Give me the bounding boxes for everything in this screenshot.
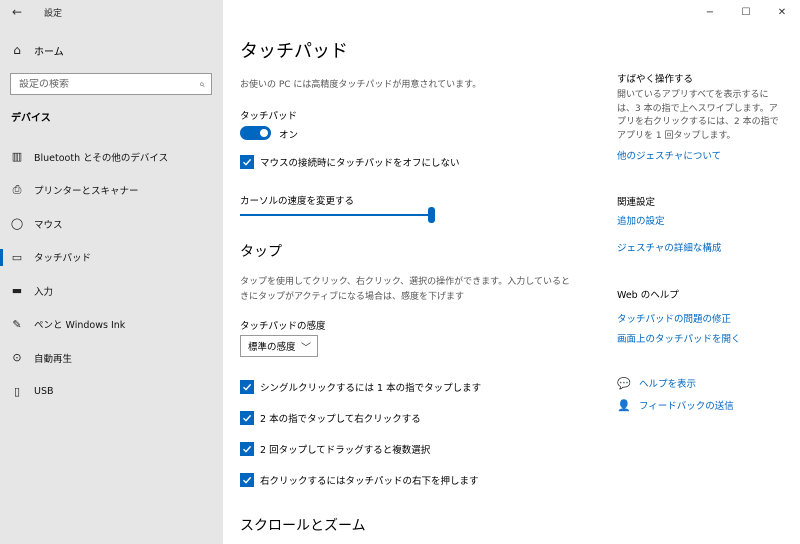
sidebar-item-autoplay[interactable]: ⊙ 自動再生 <box>0 341 223 375</box>
related-settings-title: 関連設定 <box>617 197 656 208</box>
checkbox-label: 右クリックするにはタッチパッドの右下を押します <box>260 476 479 487</box>
feedback-link[interactable]: フィードバックの送信 <box>639 398 734 412</box>
mouse-connected-checkbox-row[interactable]: マウスの接続時にタッチパッドをオフにしない <box>240 155 460 169</box>
page-title: タッチパッド <box>240 41 348 62</box>
help-chat-icon: 💬 <box>617 376 631 390</box>
tap-option-row[interactable]: 2 回タップしてドラッグすると複数選択 <box>240 442 430 456</box>
tap-heading: タップ <box>240 244 282 260</box>
pen-icon: ✎ <box>12 317 22 331</box>
chevron-down-icon: ﹀ <box>301 342 311 354</box>
sidebar-item-label: 自動再生 <box>34 353 73 365</box>
help-link[interactable]: ヘルプを表示 <box>639 376 696 390</box>
tap-option-row[interactable]: 右クリックするにはタッチパッドの右下を押します <box>240 473 479 487</box>
nav-list: ▥ Bluetooth とその他のデバイス ⎙ プリンターとスキャナー ◯ マウ… <box>0 140 223 408</box>
title-bar: ← 設定 <box>0 0 223 24</box>
section-title: デバイス <box>11 113 51 124</box>
quick-text: 開いているアプリすべてを表示するには、3 本の指で上へスワイプします。アプリを右… <box>617 90 779 141</box>
sidebar-item-label: 入力 <box>34 286 54 298</box>
sensitivity-dropdown[interactable]: 標準の感度 ﹀ <box>240 335 318 357</box>
keyboard-icon: ▬ <box>11 284 23 298</box>
sensitivity-value: 標準の感度 <box>248 342 296 353</box>
tap-description: タップを使用してクリック、右クリック、選択の操作ができます。入力しているときにタ… <box>240 277 570 302</box>
cursor-speed-track[interactable] <box>240 214 432 216</box>
home-label: ホーム <box>34 46 64 58</box>
checkbox-checked-icon[interactable] <box>240 380 254 394</box>
sidebar-item-label: タッチパッド <box>34 253 92 265</box>
sidebar-item-touchpad[interactable]: ▭ タッチパッド <box>0 241 223 275</box>
sidebar-item-label: USB <box>34 385 54 397</box>
bluetooth-icon: ▥ <box>11 150 23 164</box>
sensitivity-label: タッチパッドの感度 <box>240 321 326 332</box>
home-icon: ⌂ <box>13 43 21 57</box>
sidebar-item-label: ペンと Windows Ink <box>34 320 126 332</box>
sidebar-item-printers[interactable]: ⎙ プリンターとスキャナー <box>0 174 223 208</box>
search-box[interactable]: ⌕ <box>10 73 212 95</box>
sidebar: ← 設定 ⌂ ホーム ⌕ デバイス ▥ Bluetooth とその他のデバイス … <box>0 0 223 544</box>
checkbox-label: 2 回タップしてドラッグすると複数選択 <box>260 445 431 456</box>
touchpad-toggle[interactable] <box>240 126 271 140</box>
autoplay-icon: ⊙ <box>12 351 22 365</box>
tap-option-row[interactable]: 2 本の指でタップして右クリックする <box>240 411 421 425</box>
sidebar-item-label: Bluetooth とその他のデバイス <box>34 152 169 164</box>
quick-title: すばやく操作する <box>617 74 694 85</box>
gestures-link[interactable]: 他のジェスチャについて <box>617 148 721 162</box>
checkbox-checked-icon[interactable] <box>240 442 254 456</box>
search-icon[interactable]: ⌕ <box>199 79 205 90</box>
checkbox-checked-icon[interactable] <box>240 155 254 169</box>
maximize-icon[interactable]: ☐ <box>728 0 764 24</box>
cursor-speed-thumb[interactable] <box>428 207 435 223</box>
feedback-person-icon: 👤 <box>617 398 631 412</box>
toggle-state-text: オン <box>279 130 299 141</box>
page-description: お使いの PC には高精度タッチパッドが用意されています。 <box>240 80 482 90</box>
sidebar-item-pen[interactable]: ✎ ペンと Windows Ink <box>0 308 223 342</box>
sidebar-item-bluetooth[interactable]: ▥ Bluetooth とその他のデバイス <box>0 140 223 174</box>
touchpad-toggle-label: タッチパッド <box>240 111 298 122</box>
app-title: 設定 <box>44 8 63 19</box>
home-nav-item[interactable]: ⌂ ホーム <box>0 38 223 62</box>
search-input[interactable] <box>19 78 179 90</box>
tap-option-row[interactable]: シングルクリックするには 1 本の指でタップします <box>240 380 481 394</box>
help-row[interactable]: 💬 ヘルプを表示 <box>617 376 696 391</box>
checkbox-checked-icon[interactable] <box>240 473 254 487</box>
scroll-zoom-heading: スクロールとズーム <box>240 518 366 534</box>
window-controls: − ☐ ✕ <box>692 0 800 24</box>
touchpad-icon: ▭ <box>11 250 23 264</box>
back-arrow-icon[interactable]: ← <box>0 0 34 24</box>
sidebar-item-typing[interactable]: ▬ 入力 <box>0 274 223 308</box>
sidebar-item-usb[interactable]: ▯ USB <box>0 375 223 409</box>
onscreen-touchpad-link[interactable]: 画面上のタッチパッドを開く <box>617 331 741 345</box>
sidebar-item-label: マウス <box>34 219 63 231</box>
web-help-title: Web のヘルプ <box>617 290 679 301</box>
feedback-row[interactable]: 👤 フィードバックの送信 <box>617 398 734 413</box>
usb-icon: ▯ <box>13 384 21 398</box>
checkbox-checked-icon[interactable] <box>240 411 254 425</box>
fix-touchpad-link[interactable]: タッチパッドの問題の修正 <box>617 311 731 325</box>
printer-icon: ⎙ <box>12 183 22 197</box>
checkbox-label: シングルクリックするには 1 本の指でタップします <box>260 383 482 394</box>
checkbox-label: マウスの接続時にタッチパッドをオフにしない <box>260 158 460 169</box>
checkbox-label: 2 本の指でタップして右クリックする <box>260 414 421 425</box>
mouse-icon: ◯ <box>10 217 24 231</box>
cursor-speed-label: カーソルの速度を変更する <box>240 196 355 207</box>
sidebar-item-mouse[interactable]: ◯ マウス <box>0 207 223 241</box>
minimize-icon[interactable]: − <box>692 0 728 24</box>
gesture-config-link[interactable]: ジェスチャの詳細な構成 <box>617 240 721 254</box>
close-icon[interactable]: ✕ <box>764 0 800 24</box>
additional-settings-link[interactable]: 追加の設定 <box>617 213 665 227</box>
sidebar-item-label: プリンターとスキャナー <box>34 186 139 198</box>
